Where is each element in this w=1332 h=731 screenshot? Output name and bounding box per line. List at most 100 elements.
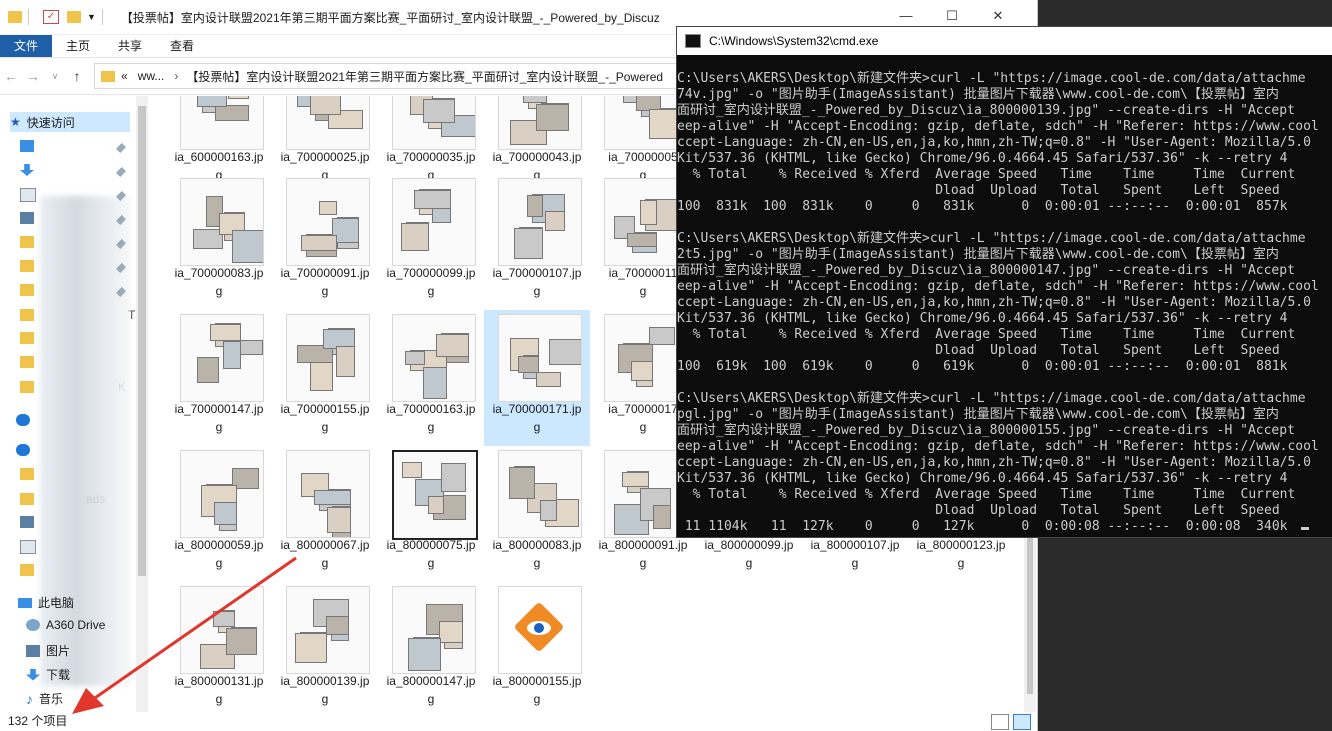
file-name-line: g [215,420,223,434]
file-item[interactable]: ia_800000131.jp g [166,582,272,712]
cmd-titlebar: C:\Windows\System32\cmd.exe [677,27,1332,55]
document-icon[interactable] [20,188,42,202]
pictures-icon[interactable] [20,212,40,224]
floorplan-room [405,351,425,365]
tab-file[interactable]: 文件 [0,35,53,57]
file-item[interactable]: ia_700000171.jp g [484,310,590,446]
nav-this-pc[interactable]: 此电脑 [18,594,74,611]
file-item[interactable]: ia_700000147.jpg [166,310,272,446]
image-viewer-app-icon [498,586,582,674]
folder-icon[interactable] [20,236,40,248]
floorplan-room [319,201,337,215]
nav-music[interactable]: ♪ 音乐 [26,690,63,707]
nav-pictures[interactable]: 图片 [26,642,70,659]
minimize-button[interactable]: — [883,8,929,24]
nav-downloads[interactable]: 下载 [26,666,70,683]
floorplan-room [301,235,337,251]
folder-icon[interactable] [20,564,40,576]
terminal-line: C:\Users\AKERS\Desktop\新建文件夹>curl -L "ht… [677,231,1306,246]
file-item[interactable]: ia_800000147.jp g [378,582,484,712]
maximize-button[interactable]: ☐ [929,8,975,24]
file-item[interactable]: ia_800000083.jp g [484,446,590,582]
file-item[interactable]: ia_700000099.jp g [378,174,484,310]
file-item[interactable]: ia_700000091.jp g [272,174,378,310]
nav-scrollbar-thumb[interactable] [138,106,146,576]
folder-icon[interactable] [20,260,40,272]
file-item[interactable]: ia_700000107.jp g [484,174,590,310]
floorplan-room [210,324,241,341]
file-item[interactable]: ia_800000059.jp g [166,446,272,582]
download-icon[interactable] [20,164,40,176]
new-folder-icon[interactable] [67,11,81,23]
floorplan-room [640,200,657,225]
floorplan-room [295,633,327,663]
breadcrumb-item[interactable]: ww... [138,69,165,83]
file-name-line: ia_800000059.jp [174,538,264,552]
file-item[interactable]: ia_700000163.jp g [378,310,484,446]
nav-quick-access[interactable]: ★ 快速访问 [10,112,130,132]
file-name-line: g [427,420,435,434]
onedrive-icon[interactable] [16,414,36,426]
terminal-line: 100 831k 100 831k 0 0 831k 0 0:00:01 --:… [677,199,1288,214]
file-name-line: g [533,556,541,570]
image-thumbnail [498,96,582,150]
terminal-line: ccept-Language: zh-CN,en-US,en,ja,ko,hmn… [677,135,1311,150]
terminal-line: ccept-Language: zh-CN,en-US,en,ja,ko,hmn… [677,295,1311,310]
breadcrumb-current[interactable]: 【投票帖】室内设计联盟2021年第三期平面方案比赛_平面研讨_室内设计联盟_-_… [186,68,663,85]
folder-icon[interactable] [20,356,40,368]
file-name-line: ia_800000067.jp [280,538,370,552]
file-name-line: ia_600000163.jp [174,150,264,164]
nav-label: 快速访问 [26,115,75,130]
folder-icon[interactable] [20,284,40,296]
floorplan-room [649,327,675,345]
breadcrumb-overflow[interactable]: « [121,69,128,83]
folder-icon[interactable] [20,332,40,344]
file-name-line: g [851,556,859,570]
desktop-icon[interactable] [20,140,40,152]
file-item[interactable]: ia_800000155.jp g [484,582,590,712]
file-name: ia_800000067.jp g [274,536,376,572]
file-name-line: ia_800000139.jp [280,674,370,688]
tab-home[interactable]: 主页 [52,35,104,57]
close-button[interactable]: ✕ [975,8,1021,24]
pictures-icon[interactable] [20,516,40,528]
quick-access-dropdown-icon[interactable]: ▼ [87,12,96,22]
floorplan-room [314,490,351,505]
file-item[interactable]: ia_700000083.jp g [166,174,272,310]
tab-view[interactable]: 查看 [156,35,208,57]
forward-button[interactable]: → [22,68,44,84]
recent-locations-chevron-icon[interactable]: ∨ [44,71,66,82]
image-thumbnail [392,178,476,266]
properties-icon[interactable]: ✓ [43,10,59,24]
file-item[interactable]: ia_800000075.jp g [378,446,484,582]
document-icon[interactable] [20,540,42,554]
floorplan-room [439,621,463,643]
floorplan-room [436,334,469,357]
large-icons-view-icon[interactable] [1013,714,1031,730]
pin-icon [116,167,126,177]
up-button[interactable]: ↑ [66,68,88,84]
file-item[interactable]: ia_800000067.jp g [272,446,378,582]
tab-share[interactable]: 共享 [104,35,156,57]
terminal-output[interactable]: C:\Users\AKERS\Desktop\新建文件夹>curl -L "ht… [677,71,1332,533]
terminal-icon [685,34,701,48]
nav-label: 此电脑 [38,596,75,610]
file-item[interactable]: ia_700000155.jp g [272,310,378,446]
file-name: ia_700000155.jp g [274,400,376,436]
file-name: ia_700000099.jp g [380,264,482,300]
floorplan-room [408,638,441,671]
file-name: ia_700000163.jp g [380,400,482,436]
onedrive-icon[interactable] [16,444,36,456]
status-bar: 132 个项目 [0,712,1037,731]
folder-icon[interactable] [20,468,40,480]
chevron-right-icon[interactable]: › [174,69,178,83]
details-view-icon[interactable] [991,714,1009,730]
image-thumbnail [392,96,476,150]
terminal-line: 11 1104k 11 127k 0 0 127k 0 0:00:08 --:-… [677,519,1288,533]
file-item[interactable]: ia_800000139.jp g [272,582,378,712]
file-name-line: g [321,420,329,434]
terminal-line: Kit/537.36 (KHTML, like Gecko) Chrome/96… [677,151,1288,166]
nav-a360-drive[interactable]: A360 Drive [26,618,105,632]
file-name-line: ia_700000147.jp [174,402,264,416]
back-button[interactable]: ← [0,68,22,84]
